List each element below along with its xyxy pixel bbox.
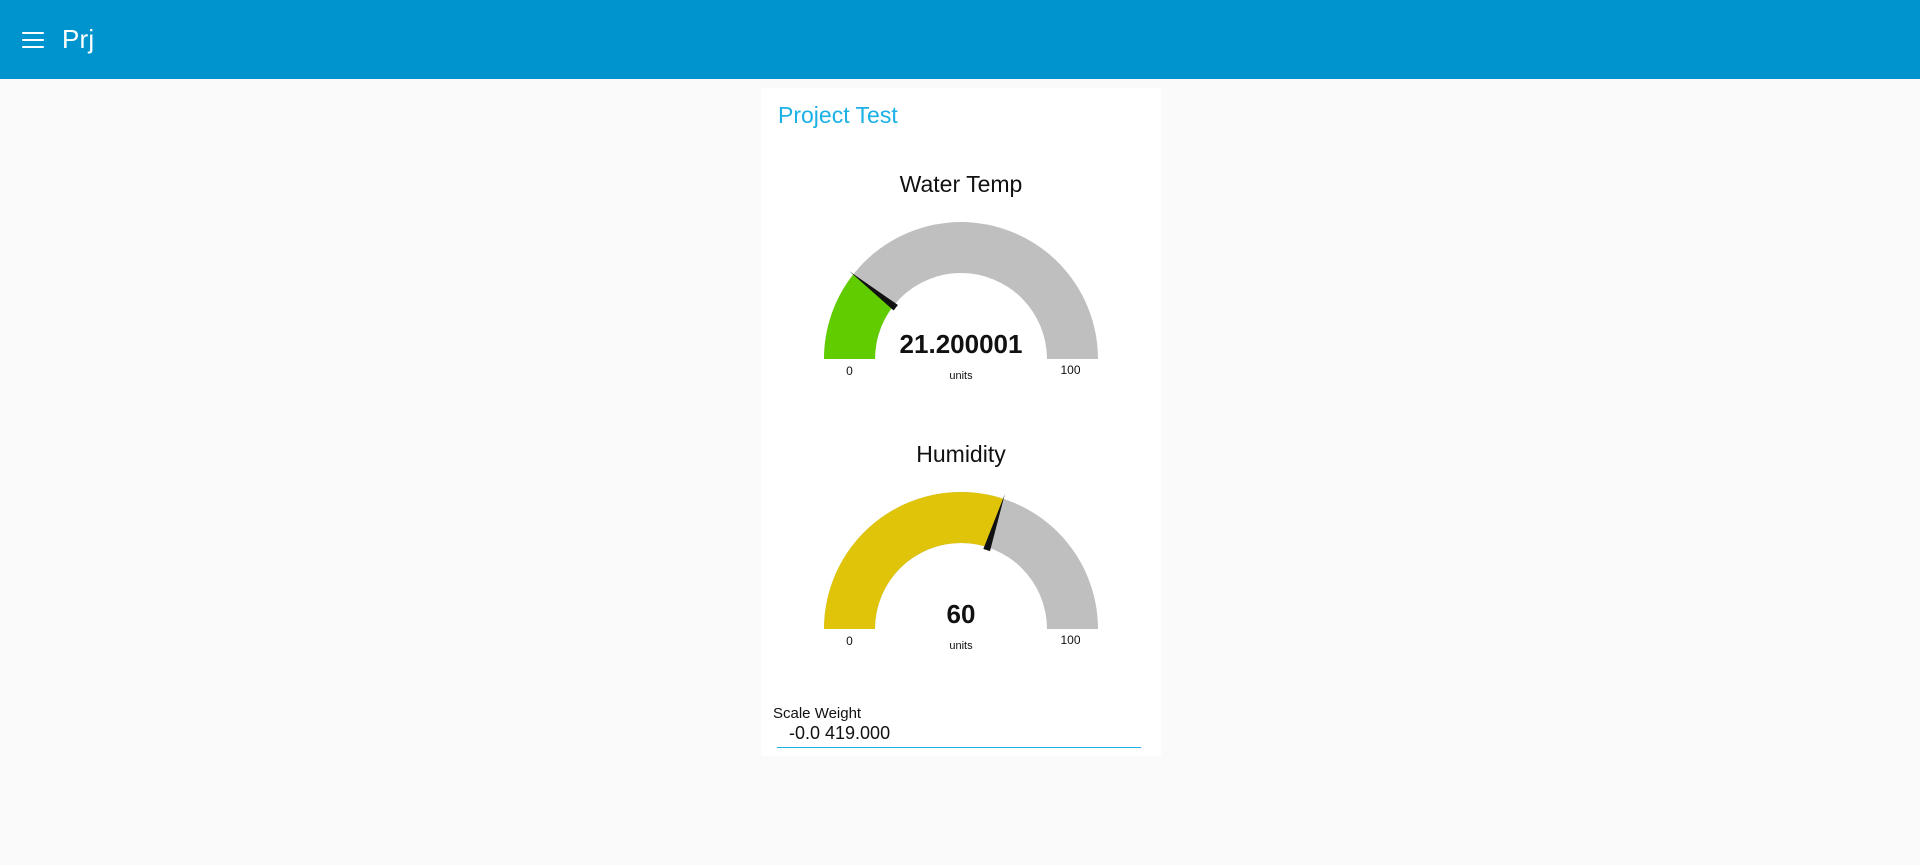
gauge-min-label: 0 (846, 634, 853, 648)
scale-weight-label: Scale Weight (773, 705, 862, 722)
gauge-units: units (949, 640, 973, 652)
gauge-svg: 21.200001 units 0 100 (824, 222, 1098, 382)
gauge-value: 60 (947, 599, 976, 629)
scale-weight-widget: Scale Weight -0.0 419.000 (773, 705, 1141, 748)
gauge-fill (824, 492, 1004, 629)
water-temp-gauge: Water Temp 21.200001 units 0 100 (761, 163, 1161, 403)
scale-weight-value: -0.0 419.000 (777, 723, 1141, 748)
gauge-value: 21.200001 (900, 329, 1023, 359)
gauge-units: units (949, 370, 973, 382)
group-card: Project Test Water Temp 21.200001 units 0 1… (761, 88, 1161, 756)
app-title: Prj (62, 24, 95, 54)
gauge-max-label: 100 (1060, 633, 1080, 647)
gauge-max-label: 100 (1060, 363, 1080, 377)
hamburger-menu-icon[interactable] (22, 27, 48, 53)
group-title: Project Test (778, 102, 898, 128)
humidity-gauge: Humidity 60 units 0 100 (761, 433, 1161, 673)
top-toolbar: Prj (0, 0, 1920, 79)
gauge-min-label: 0 (846, 364, 853, 378)
gauge-svg: 60 units 0 100 (824, 492, 1098, 652)
